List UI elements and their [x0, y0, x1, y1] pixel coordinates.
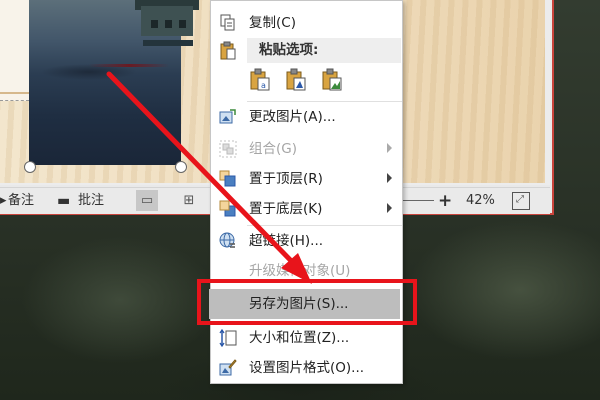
comments-icon: ▬: [57, 193, 71, 209]
picture-house: [133, 0, 203, 46]
zoom-slider-track[interactable]: [402, 200, 434, 201]
zoom-in-button[interactable]: +: [438, 188, 452, 214]
resize-handle-bottom-left[interactable]: [24, 161, 36, 173]
menu-label-format-picture: 设置图片格式(O)...: [249, 360, 365, 376]
submenu-arrow-icon: [387, 203, 392, 213]
zoom-level[interactable]: 42%: [466, 188, 495, 214]
menu-label-hyperlink: 超链接(H)...: [249, 233, 324, 249]
menu-item-change-picture[interactable]: 更改图片(A)...: [211, 102, 402, 132]
slide-divider: [0, 92, 29, 94]
comments-button[interactable]: 批注: [78, 188, 104, 214]
menu-label-group: 组合(G): [249, 141, 297, 157]
slide-text-placeholder[interactable]: [0, 0, 29, 101]
slide-sorter-view-button[interactable]: ⊞: [178, 190, 200, 211]
context-menu: 复制(C) 粘贴选项: a 更改图片(A)... 组合(G) 置于顶层(R) 置…: [209, 0, 403, 384]
menu-label-copy: 复制(C): [249, 15, 296, 31]
menu-item-size-position[interactable]: 大小和位置(Z)...: [211, 323, 402, 353]
size-position-icon: [219, 329, 237, 347]
send-to-back-icon: [219, 200, 236, 217]
normal-view-button[interactable]: ▭: [136, 190, 158, 211]
copy-icon: [220, 14, 235, 31]
menu-item-copy[interactable]: 复制(C): [211, 8, 402, 38]
notes-button[interactable]: 备注: [8, 188, 34, 214]
paste-keep-source-icon[interactable]: a: [249, 68, 271, 92]
menu-item-format-picture[interactable]: 设置图片格式(O)...: [211, 353, 402, 383]
change-picture-icon: [219, 109, 236, 124]
resize-handle-bottom-right[interactable]: [175, 161, 187, 173]
menu-label-change-picture: 更改图片(A)...: [249, 109, 336, 125]
paste-icon: [220, 41, 236, 60]
menu-item-group: 组合(G): [211, 134, 402, 164]
highlight-box: [197, 279, 417, 325]
svg-text:a: a: [261, 81, 266, 90]
paste-picture-icon[interactable]: [285, 68, 307, 92]
hyperlink-icon: [219, 232, 235, 248]
menu-item-hyperlink[interactable]: 超链接(H)...: [211, 226, 402, 256]
menu-item-send-to-back[interactable]: 置于底层(K): [211, 194, 402, 224]
fit-slide-button[interactable]: ⤢: [512, 192, 530, 210]
picture-water-reflection: [89, 64, 169, 67]
format-picture-icon: [219, 359, 237, 376]
selected-picture[interactable]: [29, 0, 199, 165]
paste-options-label: 粘贴选项:: [259, 42, 319, 58]
fit-slide-icon: ⤢: [516, 194, 524, 205]
menu-item-bring-to-front[interactable]: 置于顶层(R): [211, 164, 402, 194]
paste-options-header: 粘贴选项:: [247, 38, 401, 63]
submenu-arrow-icon: [387, 173, 392, 183]
menu-label-bring-to-front: 置于顶层(R): [249, 171, 323, 187]
bring-to-front-icon: [219, 170, 236, 187]
paste-keep-text-icon[interactable]: [321, 68, 343, 92]
notes-icon-fragment: ▸: [0, 193, 7, 208]
group-icon: [219, 140, 237, 158]
menu-label-size-position: 大小和位置(Z)...: [249, 330, 350, 346]
menu-label-send-to-back: 置于底层(K): [249, 201, 323, 217]
submenu-arrow-icon: [387, 143, 392, 153]
